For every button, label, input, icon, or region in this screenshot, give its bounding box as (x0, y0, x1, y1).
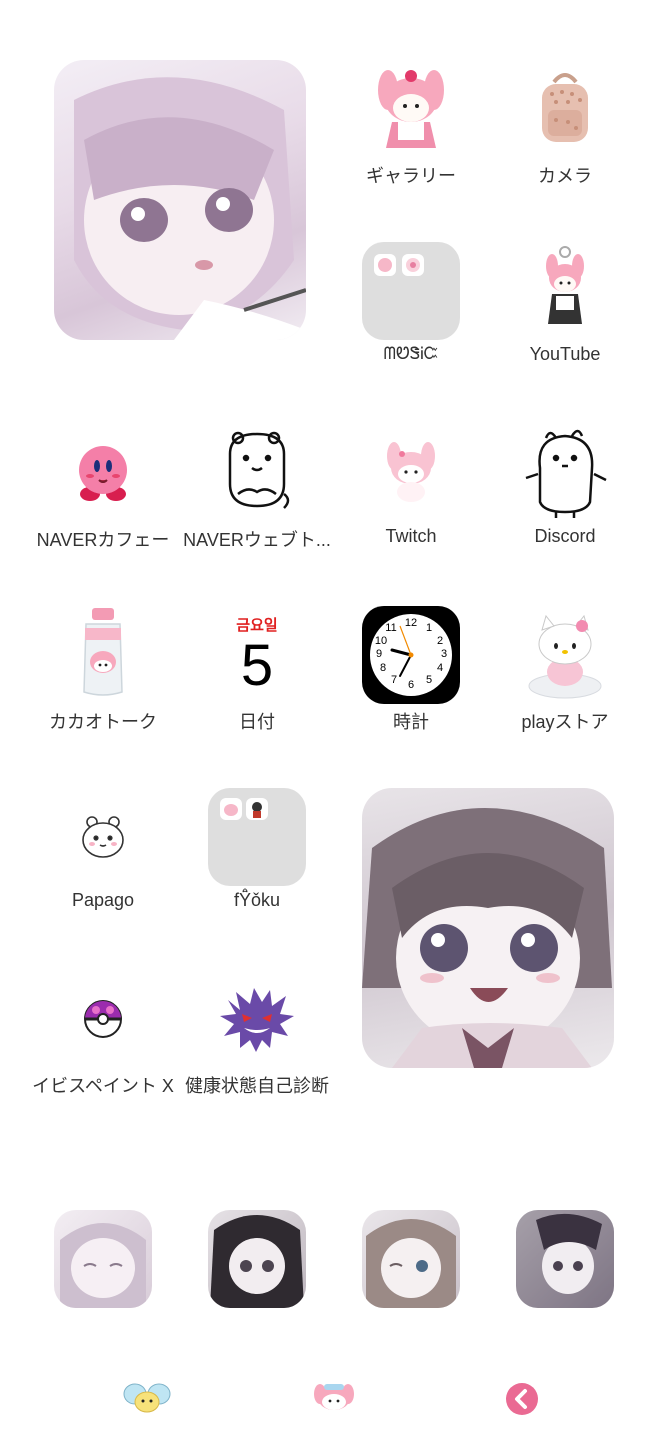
playstore-app-icon[interactable] (516, 606, 614, 704)
folder-mini-app-icon (246, 798, 268, 820)
calendar-day: 5 (240, 633, 274, 698)
twitch-app-icon[interactable] (362, 424, 460, 522)
my-melody-plush-icon (378, 70, 444, 148)
pokeball-icon (84, 1000, 122, 1038)
my-melody-small-icon (387, 442, 435, 502)
pikachu-ears-icon[interactable] (122, 1380, 172, 1416)
twitch-label: Twitch (385, 526, 437, 546)
naver-webtoon-label: NAVERウェブト... (183, 530, 331, 550)
folder-mini-app-icon (402, 254, 424, 276)
anime-face-icon (210, 1215, 304, 1308)
photo-widget-top[interactable] (54, 60, 306, 340)
chiikawa-icon (82, 816, 124, 858)
folder-mini-app-icon (374, 254, 396, 276)
photo-icon-4[interactable] (516, 1210, 614, 1308)
health-check-app-icon[interactable] (208, 970, 306, 1068)
anime-face-icon (516, 1210, 614, 1308)
ibis-paint-label: イビスペイント X (32, 1076, 174, 1096)
gengar-icon (220, 988, 294, 1052)
gallery-label: ギャラリー (366, 166, 456, 186)
backpack-icon (542, 73, 588, 142)
kirby-icon (79, 446, 127, 501)
anime-face-icon (366, 1219, 456, 1308)
health-check-label: 健康状態自己診断 (185, 1076, 329, 1096)
bear-doodle-icon (228, 431, 290, 509)
papago-app-icon[interactable] (54, 788, 152, 886)
folder2-label: fŸ̊ǒku (233, 890, 281, 910)
clock-hands (390, 625, 414, 677)
bunny-doodle-icon (525, 429, 607, 518)
photo-icon-2[interactable] (208, 1210, 306, 1308)
gallery-app-icon[interactable] (362, 60, 460, 158)
folder-mini-app-icon (220, 798, 242, 820)
photo-icon-3[interactable] (362, 1210, 460, 1308)
playstore-label: playストア (521, 712, 609, 732)
kakaotalk-app-icon[interactable] (54, 606, 152, 704)
calendar-weekday: 금요일 (236, 617, 278, 634)
ibis-paint-app-icon[interactable] (54, 970, 152, 1068)
youtube-label: YouTube (529, 344, 601, 364)
papago-label: Papago (71, 890, 135, 910)
bottle-icon (83, 608, 123, 696)
discord-app-icon[interactable] (516, 424, 614, 522)
folder-icon[interactable] (208, 788, 306, 886)
clock-label: 時計 (393, 712, 429, 732)
naver-cafe-app-icon[interactable] (54, 424, 152, 522)
camera-app-icon[interactable] (516, 60, 614, 158)
youtube-app-icon[interactable] (516, 242, 614, 340)
folder1-label: ᗰᏬᏕᎥᏨ (383, 344, 439, 363)
photo-widget-bottom[interactable] (362, 788, 614, 1068)
back-arrow-icon[interactable] (505, 1382, 539, 1416)
clock-face: 12 1 2 3 4 5 6 7 8 9 10 11 (370, 614, 452, 696)
clock-app-icon[interactable]: 12 1 2 3 4 5 6 7 8 9 10 11 (362, 606, 460, 704)
discord-label: Discord (534, 526, 596, 546)
anime-face-icon (60, 1223, 146, 1308)
my-melody-page-icon[interactable] (309, 1380, 359, 1416)
photo-icon-1[interactable] (54, 1210, 152, 1308)
anime-girl-illustration (74, 77, 306, 340)
folder-icon[interactable] (362, 242, 460, 340)
camera-label: カメラ (538, 166, 592, 186)
anime-girl-illustration (362, 808, 612, 1068)
naver-cafe-label: NAVERカフェー (36, 530, 170, 550)
date-label: 日付 (239, 712, 275, 732)
hello-kitty-icon (528, 614, 602, 699)
calendar-app-icon[interactable]: 금요일 5 (208, 606, 306, 704)
naver-webtoon-app-icon[interactable] (208, 424, 306, 522)
my-melody-keychain-icon (546, 246, 584, 324)
kakaotalk-label: カカオトーク (49, 712, 157, 732)
